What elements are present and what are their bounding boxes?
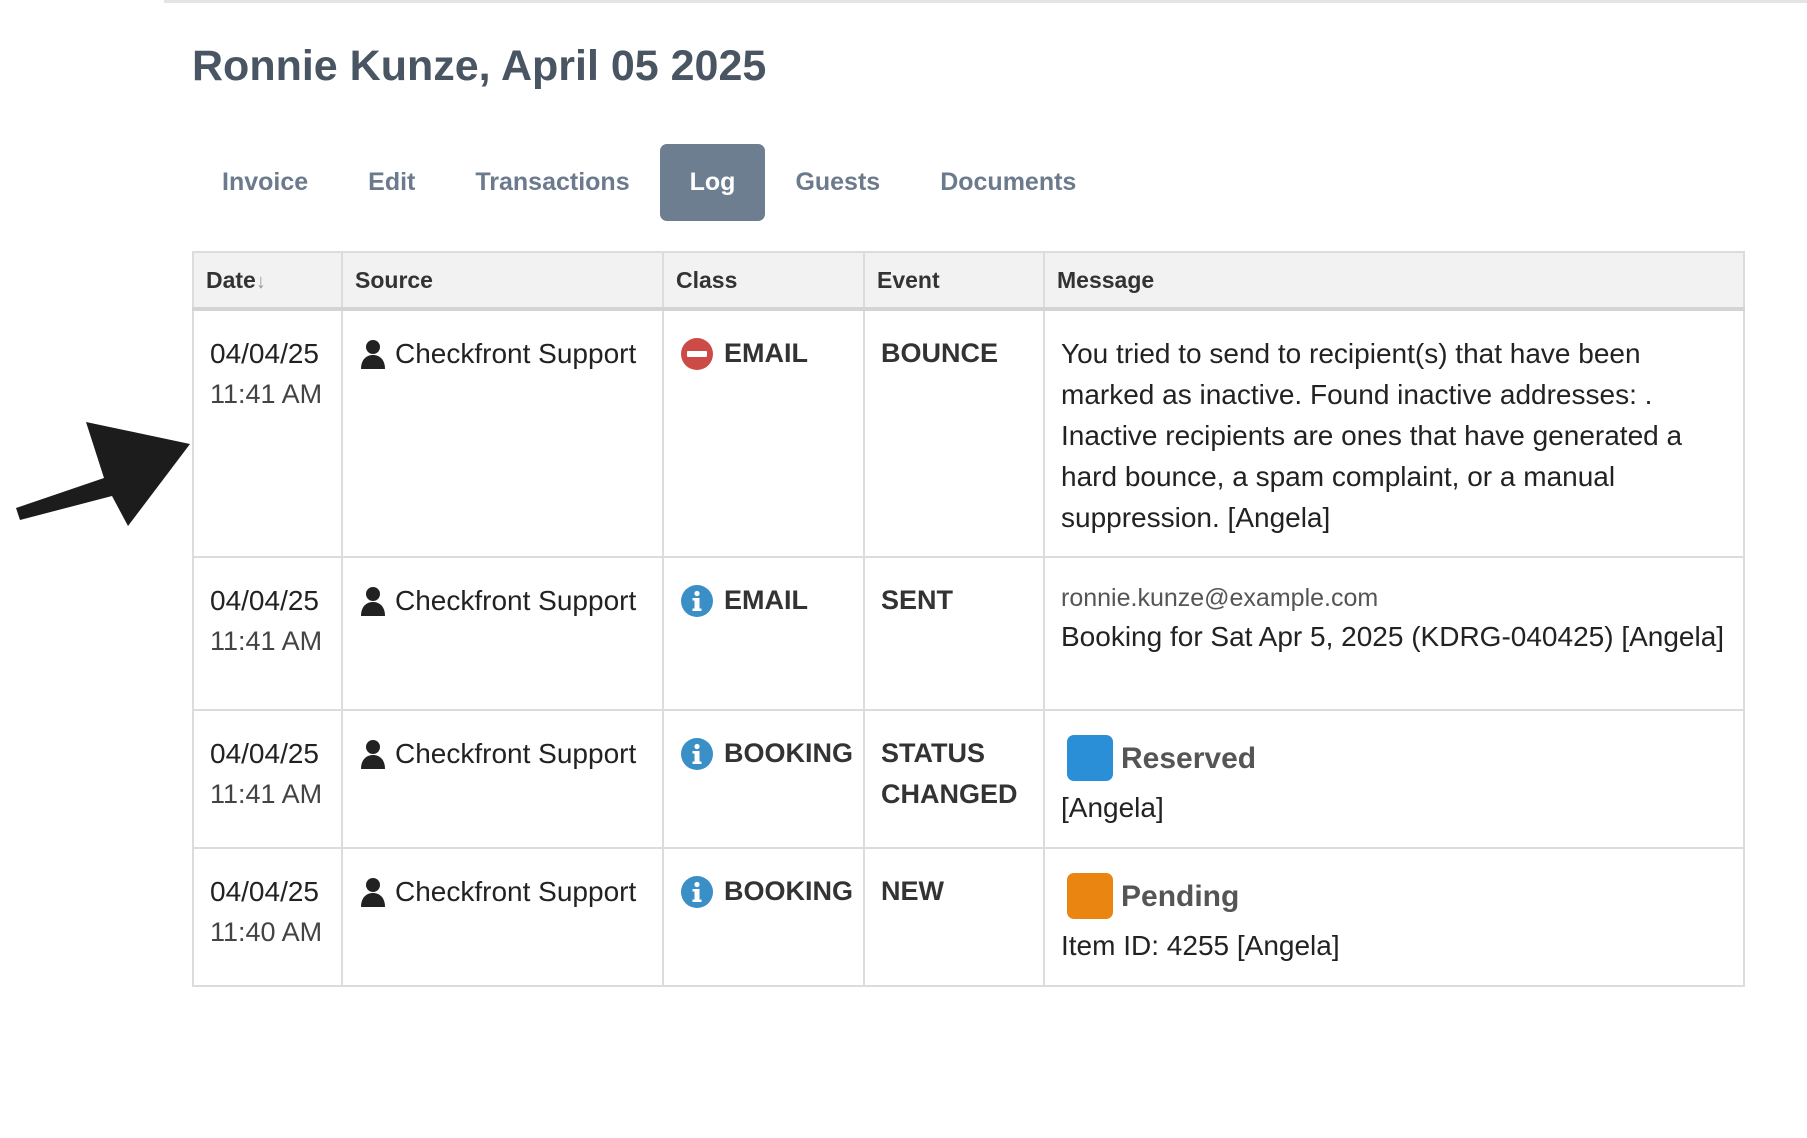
message-text: You tried to send to recipient(s) that h… xyxy=(1061,338,1683,533)
log-date: 04/04/25 xyxy=(210,738,319,769)
event-cell: BOUNCE xyxy=(863,308,1045,558)
date-cell: 04/04/25 11:41 AM xyxy=(192,308,343,558)
message-text: [Angela] xyxy=(1061,792,1164,823)
table-row: 04/04/25 11:41 AM Checkfront Support EMA… xyxy=(192,308,1745,558)
event-label: STATUS CHANGED xyxy=(881,738,1018,809)
no-entry-icon xyxy=(681,337,713,370)
info-icon xyxy=(681,584,713,617)
user-icon xyxy=(361,586,385,616)
date-cell: 04/04/25 11:41 AM xyxy=(192,556,343,711)
column-header-class[interactable]: Class xyxy=(662,251,865,311)
event-label: NEW xyxy=(881,876,944,906)
status-badge: Pending xyxy=(1061,873,1727,919)
recipient-email: ronnie.kunze@example.com xyxy=(1061,584,1379,612)
source-cell: Checkfront Support xyxy=(341,847,664,987)
arrow-pointer-icon xyxy=(16,422,190,526)
event-label: BOUNCE xyxy=(881,338,999,368)
event-label: SENT xyxy=(881,585,954,615)
status-color-swatch xyxy=(1067,873,1113,919)
tab-documents[interactable]: Documents xyxy=(910,144,1106,221)
column-header-source[interactable]: Source xyxy=(341,251,664,311)
message-cell: ronnie.kunze@example.com Booking for Sat… xyxy=(1043,556,1745,711)
message-cell: Reserved [Angela] xyxy=(1043,709,1745,849)
tab-edit[interactable]: Edit xyxy=(338,144,445,221)
tab-guests[interactable]: Guests xyxy=(765,144,910,221)
info-icon xyxy=(681,875,713,908)
log-time: 11:41 AM xyxy=(210,379,323,409)
column-header-date-label: Date xyxy=(206,266,256,293)
log-time: 11:41 AM xyxy=(210,779,323,809)
user-icon xyxy=(361,339,385,369)
source-name: Checkfront Support xyxy=(395,738,637,769)
table-header-row: Date↓ Source Class Event Message xyxy=(192,251,1745,311)
message-text: Item ID: 4255 [Angela] xyxy=(1061,930,1340,961)
log-table: Date↓ Source Class Event Message 04/04/2… xyxy=(192,251,1745,987)
page-title: Ronnie Kunze, April 05 2025 xyxy=(192,42,767,90)
class-cell: EMAIL xyxy=(662,556,865,711)
message-cell: You tried to send to recipient(s) that h… xyxy=(1043,308,1745,558)
event-cell: SENT xyxy=(863,556,1045,711)
class-label: BOOKING xyxy=(724,876,854,906)
log-time: 11:41 AM xyxy=(210,626,323,656)
source-cell: Checkfront Support xyxy=(341,556,664,711)
booking-tabs: Invoice Edit Transactions Log Guests Doc… xyxy=(192,144,1106,221)
class-label: BOOKING xyxy=(724,738,854,768)
user-icon xyxy=(361,877,385,907)
user-icon xyxy=(361,739,385,769)
column-header-event[interactable]: Event xyxy=(863,251,1045,311)
log-date: 04/04/25 xyxy=(210,338,319,369)
class-cell: EMAIL xyxy=(662,308,865,558)
column-header-message[interactable]: Message xyxy=(1043,251,1745,311)
class-cell: BOOKING xyxy=(662,709,865,849)
info-icon xyxy=(681,737,713,770)
class-label: EMAIL xyxy=(724,338,808,368)
status-label: Pending xyxy=(1121,879,1240,913)
table-row: 04/04/25 11:41 AM Checkfront Support EMA… xyxy=(192,556,1745,711)
source-name: Checkfront Support xyxy=(395,338,637,369)
sort-down-icon[interactable]: ↓ xyxy=(256,271,266,293)
column-header-date[interactable]: Date↓ xyxy=(192,251,343,311)
top-divider xyxy=(164,0,1807,3)
date-cell: 04/04/25 11:40 AM xyxy=(192,847,343,987)
log-time: 11:40 AM xyxy=(210,917,323,947)
tab-transactions[interactable]: Transactions xyxy=(445,144,659,221)
source-cell: Checkfront Support xyxy=(341,709,664,849)
message-cell: Pending Item ID: 4255 [Angela] xyxy=(1043,847,1745,987)
date-cell: 04/04/25 11:41 AM xyxy=(192,709,343,849)
tab-invoice[interactable]: Invoice xyxy=(192,144,338,221)
table-row: 04/04/25 11:40 AM Checkfront Support BOO… xyxy=(192,847,1745,987)
source-cell: Checkfront Support xyxy=(341,308,664,558)
table-row: 04/04/25 11:41 AM Checkfront Support BOO… xyxy=(192,709,1745,849)
log-date: 04/04/25 xyxy=(210,876,319,907)
message-text: Booking for Sat Apr 5, 2025 (KDRG-040425… xyxy=(1061,621,1725,652)
log-date: 04/04/25 xyxy=(210,585,319,616)
status-badge: Reserved xyxy=(1061,735,1727,781)
source-name: Checkfront Support xyxy=(395,585,637,616)
tab-log[interactable]: Log xyxy=(659,144,766,221)
status-color-swatch xyxy=(1067,735,1113,781)
source-name: Checkfront Support xyxy=(395,876,637,907)
event-cell: STATUS CHANGED xyxy=(863,709,1045,849)
event-cell: NEW xyxy=(863,847,1045,987)
status-label: Reserved xyxy=(1121,741,1257,775)
class-label: EMAIL xyxy=(724,585,808,615)
class-cell: BOOKING xyxy=(662,847,865,987)
